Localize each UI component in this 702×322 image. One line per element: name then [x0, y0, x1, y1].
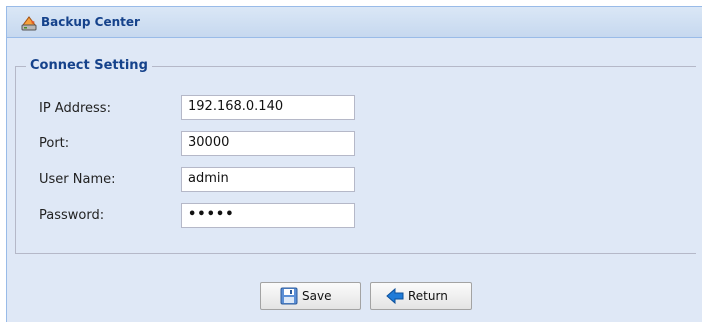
return-button[interactable]: Return [370, 282, 472, 310]
user-name-input[interactable]: admin [181, 167, 355, 192]
save-button[interactable]: Save [260, 282, 361, 310]
connect-setting-fieldset [15, 66, 696, 254]
connect-setting-legend: Connect Setting [26, 58, 152, 73]
backup-center-icon [21, 16, 37, 31]
password-input[interactable]: ••••• [181, 203, 355, 228]
ip-address-label: IP Address: [39, 101, 111, 116]
return-button-label: Return [408, 289, 448, 303]
ip-address-input[interactable]: 192.168.0.140 [181, 95, 355, 120]
save-button-label: Save [302, 289, 332, 303]
user-name-label: User Name: [39, 172, 116, 187]
password-label: Password: [39, 208, 105, 223]
port-label: Port: [39, 136, 70, 151]
arrow-left-icon [386, 287, 404, 305]
window-title: Backup Center [41, 15, 140, 29]
port-input[interactable]: 30000 [181, 131, 355, 156]
window-titlebar: Backup Center [7, 7, 702, 38]
floppy-disk-icon [280, 287, 298, 305]
